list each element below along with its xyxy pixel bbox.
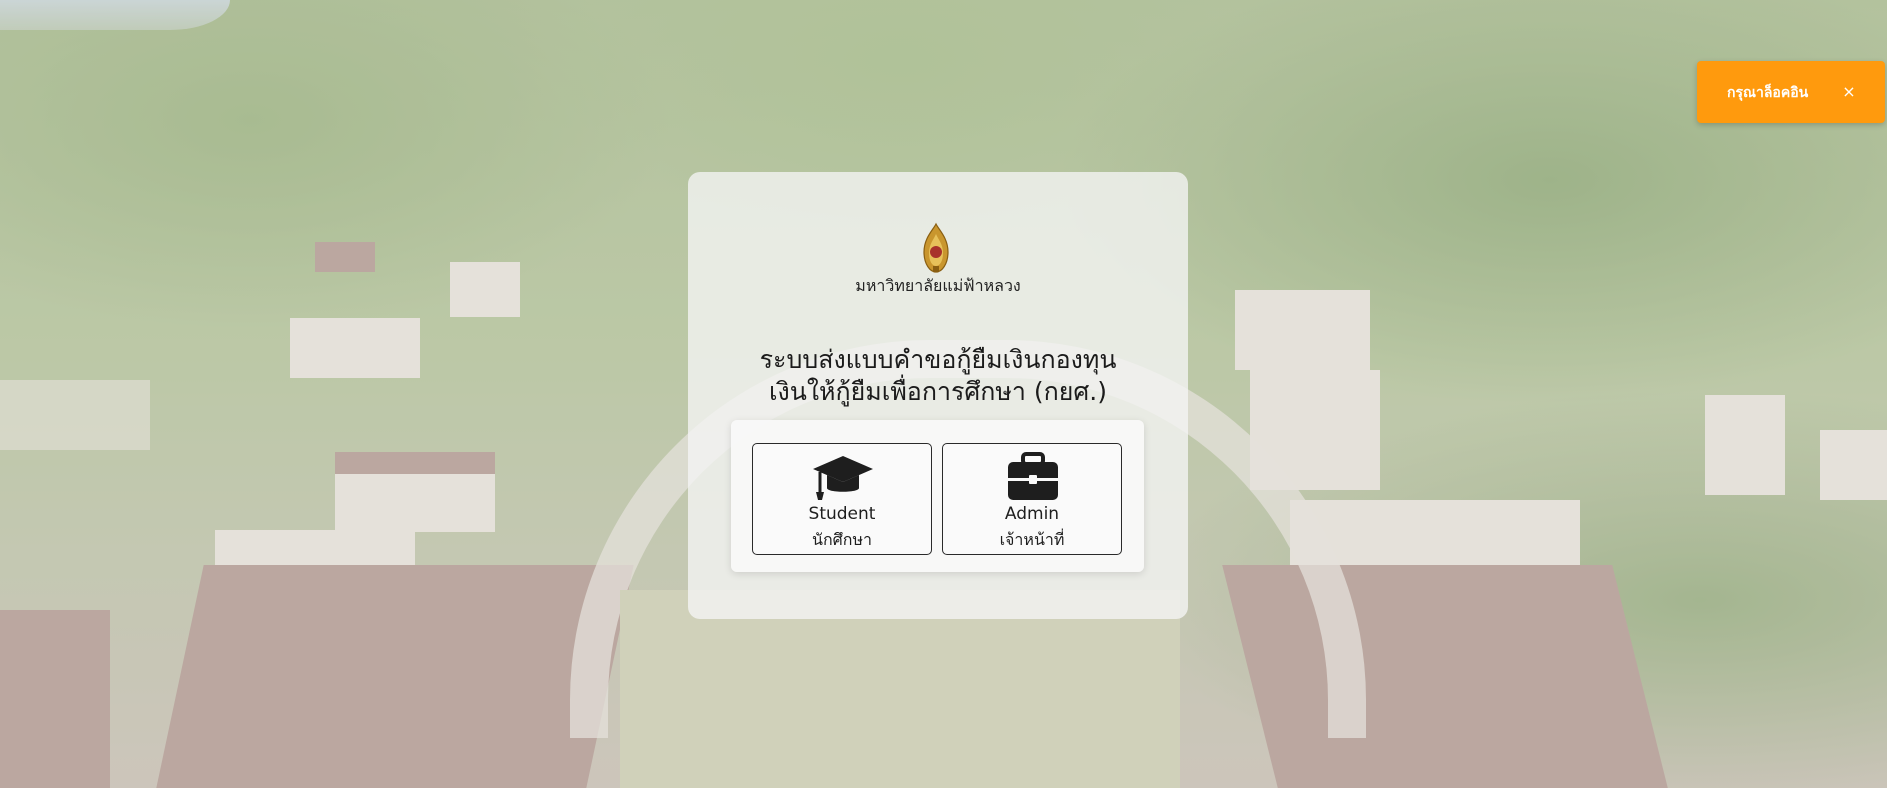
admin-label-th: เจ้าหน้าที่ [999,530,1065,549]
briefcase-icon [1008,452,1058,500]
admin-login-button[interactable]: Admin เจ้าหน้าที่ [942,443,1122,555]
title-line-2: เงินให้กู้ยืมเพื่อการศึกษา (กยศ.) [768,377,1107,406]
student-label-th: นักศึกษา [812,530,872,549]
university-logo-icon [923,222,949,273]
close-icon[interactable]: × [1837,80,1861,104]
login-required-toast: กรุณาล็อคอิน × [1697,61,1885,123]
admin-label-en: Admin [1004,504,1060,524]
student-label-en: Student [808,504,876,524]
university-name: มหาวิทยาลัยแม่ฟ้าหลวง [855,276,1021,295]
student-login-button[interactable]: Student นักศึกษา [752,443,932,555]
page-title: ระบบส่งแบบคำขอกู้ยืมเงินกองทุน เงินให้กู… [688,344,1188,408]
graduation-cap-icon [813,456,873,500]
toast-message: กรุณาล็อคอิน [1727,85,1809,101]
title-line-1: ระบบส่งแบบคำขอกู้ยืมเงินกองทุน [759,345,1117,374]
